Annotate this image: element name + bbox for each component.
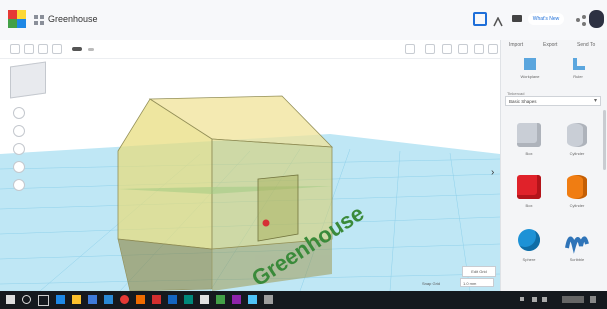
chevron-down-icon: ▾ bbox=[593, 98, 597, 104]
panel-scrollbar[interactable] bbox=[603, 110, 606, 170]
design-grid-icon[interactable] bbox=[34, 15, 44, 25]
snap-grid-label: Snap Grid bbox=[422, 281, 441, 286]
app-purple-icon[interactable] bbox=[232, 295, 241, 304]
shape-label: Scribble bbox=[569, 257, 585, 262]
sphere-icon bbox=[518, 229, 540, 251]
app-header: Greenhouse What's New bbox=[0, 0, 607, 41]
ungroup-icon[interactable] bbox=[458, 44, 468, 54]
app-mail-icon[interactable] bbox=[104, 295, 113, 304]
view-toggle-button[interactable] bbox=[473, 12, 487, 26]
scribble-icon bbox=[565, 236, 589, 254]
tinkercad-logo[interactable] bbox=[8, 10, 26, 28]
ruler-icon-base bbox=[573, 66, 585, 70]
shape-sphere-blue[interactable]: Sphere bbox=[511, 226, 547, 268]
app-teal-icon[interactable] bbox=[184, 295, 193, 304]
tab-import[interactable]: Import bbox=[509, 42, 523, 48]
app-red-icon[interactable] bbox=[152, 295, 161, 304]
delete-icon[interactable] bbox=[52, 44, 62, 54]
search-icon[interactable] bbox=[22, 295, 31, 304]
ruler-tool[interactable]: Ruler bbox=[563, 56, 593, 84]
app-lightblue-icon[interactable] bbox=[248, 295, 257, 304]
app-white-icon[interactable] bbox=[200, 295, 209, 304]
cylinder-icon bbox=[567, 175, 587, 199]
blocks-icon[interactable] bbox=[493, 14, 503, 27]
lessons-icon[interactable] bbox=[512, 15, 522, 22]
shape-box-red[interactable]: Box bbox=[511, 172, 547, 214]
shape-box-gray[interactable]: Box bbox=[511, 120, 547, 162]
mirror-icon[interactable] bbox=[488, 44, 498, 54]
volume-icon[interactable] bbox=[542, 297, 547, 302]
system-tray[interactable] bbox=[520, 296, 600, 304]
app-orange-icon[interactable] bbox=[136, 295, 145, 304]
box-icon bbox=[517, 175, 541, 199]
shape-label: Box bbox=[525, 151, 533, 156]
whats-new-button[interactable]: What's New bbox=[528, 13, 564, 25]
shape-category-value: Basic Shapes bbox=[509, 99, 537, 104]
redo-icon[interactable] bbox=[88, 48, 94, 51]
shape-label: Cylinder bbox=[569, 151, 585, 156]
app-blue-icon[interactable] bbox=[168, 295, 177, 304]
windows-start-icon[interactable] bbox=[6, 295, 15, 304]
clock[interactable] bbox=[562, 296, 584, 303]
box-icon bbox=[517, 123, 541, 147]
editing-toolbar bbox=[0, 40, 500, 59]
align-icon[interactable] bbox=[474, 44, 484, 54]
group-icon[interactable] bbox=[442, 44, 452, 54]
app-edge-icon[interactable] bbox=[56, 295, 65, 304]
workplane-label: Workplane bbox=[520, 74, 540, 79]
workplane-tool[interactable]: Workplane bbox=[515, 56, 545, 84]
ortho-view-button[interactable] bbox=[13, 179, 25, 191]
zoom-in-button[interactable] bbox=[13, 143, 25, 155]
view-cube[interactable] bbox=[10, 61, 46, 99]
workplane-viewport[interactable]: Greenhouse › Edit Grid Snap Grid 1.0 mm bbox=[0, 59, 500, 291]
shape-cylinder-orange[interactable]: Cylinder bbox=[559, 172, 595, 214]
collapse-panel-icon[interactable]: › bbox=[491, 167, 497, 179]
tab-send-to[interactable]: Send To bbox=[577, 42, 595, 48]
door-knob bbox=[262, 219, 270, 227]
scene-canvas[interactable]: Greenhouse bbox=[0, 59, 500, 291]
notifications-icon[interactable] bbox=[590, 296, 596, 303]
tab-export[interactable]: Export bbox=[543, 42, 557, 48]
shape-label: Box bbox=[525, 203, 533, 208]
app-green-icon[interactable] bbox=[216, 295, 225, 304]
app-explorer-icon[interactable] bbox=[72, 295, 81, 304]
undo-icon[interactable] bbox=[72, 47, 82, 51]
home-view-button[interactable] bbox=[13, 107, 25, 119]
shape-category-select[interactable]: Basic Shapes ▾ bbox=[505, 96, 601, 106]
fit-view-button[interactable] bbox=[13, 125, 25, 137]
copy-icon[interactable] bbox=[10, 44, 20, 54]
shape-cylinder-gray[interactable]: Cylinder bbox=[559, 120, 595, 162]
shape-scribble-blue[interactable]: Scribble bbox=[559, 226, 595, 268]
duplicate-icon[interactable] bbox=[38, 44, 48, 54]
shape-label: Cylinder bbox=[569, 203, 585, 208]
share-icon[interactable] bbox=[575, 13, 587, 26]
snap-grid-select[interactable]: 1.0 mm bbox=[460, 278, 494, 287]
paste-icon[interactable] bbox=[24, 44, 34, 54]
zoom-out-button[interactable] bbox=[13, 161, 25, 173]
cylinder-icon bbox=[567, 123, 587, 147]
shape-icon[interactable] bbox=[425, 44, 435, 54]
light-icon[interactable] bbox=[405, 44, 415, 54]
app-gray-icon[interactable] bbox=[264, 295, 273, 304]
shape-label: Sphere bbox=[522, 257, 536, 262]
os-taskbar bbox=[0, 291, 607, 309]
network-icon[interactable] bbox=[532, 297, 537, 302]
design-title[interactable]: Greenhouse bbox=[48, 14, 98, 24]
workplane-icon bbox=[524, 58, 536, 70]
ruler-label: Ruler bbox=[573, 74, 583, 79]
avatar[interactable] bbox=[589, 10, 604, 28]
edit-grid-button[interactable]: Edit Grid bbox=[462, 266, 496, 277]
tray-up-icon[interactable] bbox=[520, 297, 524, 301]
shapes-panel: Import Export Send To Workplane Ruler Ti… bbox=[500, 40, 607, 291]
app-store-icon[interactable] bbox=[88, 295, 97, 304]
app-chrome-icon[interactable] bbox=[120, 295, 129, 304]
taskview-icon[interactable] bbox=[38, 295, 49, 306]
